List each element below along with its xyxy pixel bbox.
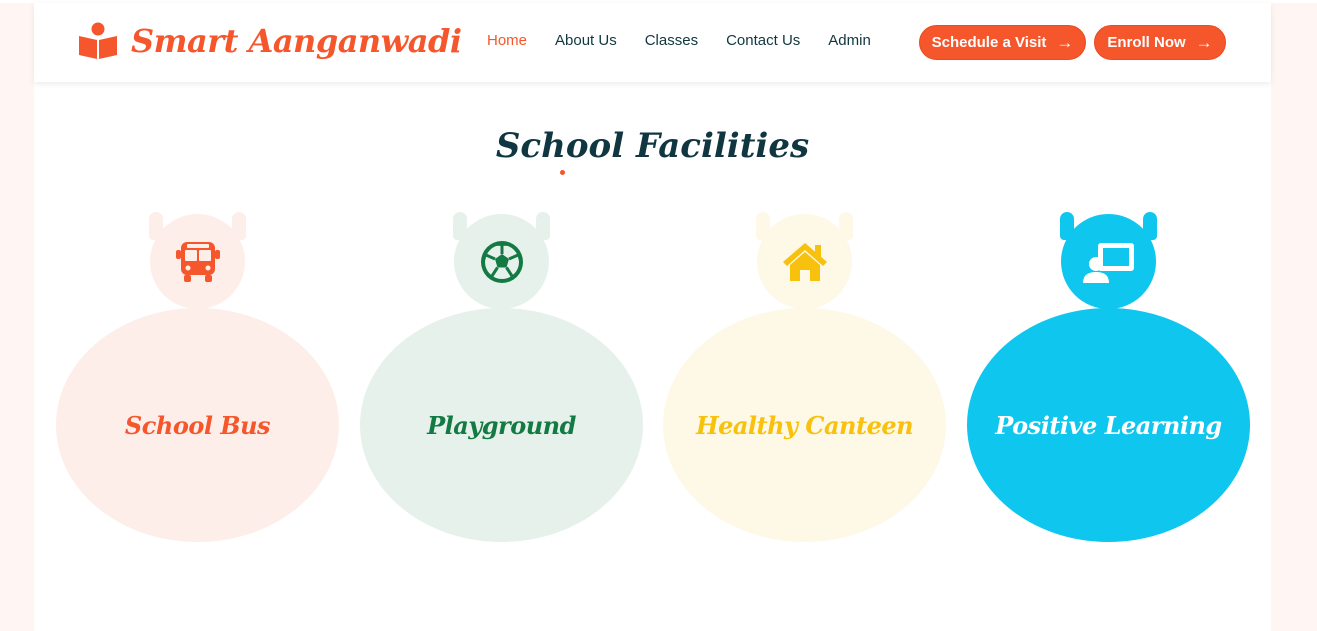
home-icon (779, 239, 831, 285)
nav-contact-us[interactable]: Contact Us (726, 32, 800, 49)
facility-label: Playground (427, 410, 576, 440)
football-icon (479, 239, 525, 285)
facility-blob: School Bus (56, 308, 339, 542)
enroll-now-label: Enroll Now (1107, 34, 1186, 51)
nav-about-us[interactable]: About Us (555, 32, 617, 49)
facility-blob: Positive Learning (967, 308, 1250, 542)
facility-card-healthy-canteen[interactable]: Healthy Canteen (663, 212, 946, 544)
brand-logo[interactable]: Smart Aanganwadi (78, 21, 462, 61)
facility-icon-circle (1061, 214, 1156, 309)
nav-admin[interactable]: Admin (828, 32, 871, 49)
navbar: Smart Aanganwadi Home About Us Classes C… (34, 3, 1271, 82)
bus-icon (175, 239, 221, 285)
arrow-right-icon: → (1195, 32, 1213, 52)
facility-card-school-bus[interactable]: School Bus (56, 212, 339, 544)
schedule-visit-button[interactable]: Schedule a Visit → (919, 25, 1086, 60)
book-reader-icon (78, 21, 118, 61)
facility-card-playground[interactable]: Playground (360, 212, 643, 544)
facility-icon-circle (150, 214, 245, 309)
main-nav: Home About Us Classes Contact Us Admin (487, 32, 899, 49)
facility-blob: Playground (360, 308, 643, 542)
facility-label: School Bus (124, 410, 271, 440)
section-title: School Facilities (495, 126, 810, 166)
schedule-visit-label: Schedule a Visit (931, 34, 1047, 51)
arrow-right-icon: → (1056, 32, 1074, 52)
nav-home[interactable]: Home (487, 32, 527, 49)
brand-name: Smart Aanganwadi (131, 22, 462, 60)
enroll-now-button[interactable]: Enroll Now → (1094, 25, 1226, 60)
teacher-board-icon (1081, 239, 1137, 285)
facility-icon-circle (454, 214, 549, 309)
facility-blob: Healthy Canteen (663, 308, 946, 542)
facility-label: Healthy Canteen (695, 410, 914, 440)
facility-label: Positive Learning (995, 410, 1222, 440)
facility-card-positive-learning[interactable]: Positive Learning (967, 212, 1250, 544)
facility-icon-circle (757, 214, 852, 309)
title-underline-dot (560, 170, 565, 175)
nav-classes[interactable]: Classes (645, 32, 698, 49)
